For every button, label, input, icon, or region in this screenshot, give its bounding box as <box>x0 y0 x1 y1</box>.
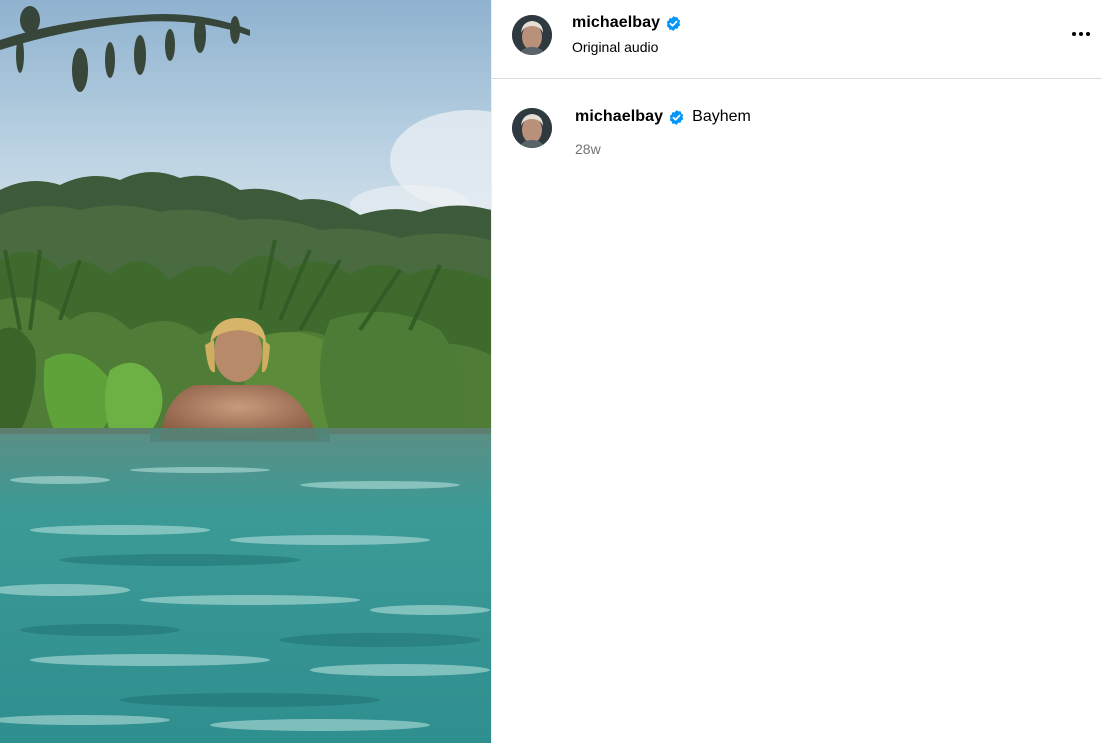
more-dot <box>1086 32 1090 36</box>
original-audio-link[interactable]: Original audio <box>572 39 658 55</box>
video-frame-image <box>0 0 491 743</box>
more-dot <box>1079 32 1083 36</box>
verified-badge-icon <box>668 109 685 126</box>
caption-text: Bayhem <box>692 108 751 125</box>
verified-badge-icon <box>665 15 682 32</box>
post-dialog: michaelbay Original audio michaelbay Bay… <box>0 0 1102 743</box>
post-timestamp[interactable]: 28w <box>575 141 601 157</box>
author-avatar[interactable] <box>512 15 552 55</box>
avatar-image <box>512 15 552 55</box>
post-header: michaelbay Original audio <box>492 0 1102 79</box>
avatar-image <box>512 108 552 148</box>
post-caption: michaelbay Bayhem 28w <box>492 79 1102 179</box>
caption-author-avatar[interactable] <box>512 108 552 148</box>
author-username[interactable]: michaelbay <box>572 14 660 32</box>
post-video[interactable] <box>0 0 491 743</box>
post-details-panel: michaelbay Original audio michaelbay Bay… <box>491 0 1102 743</box>
caption-username[interactable]: michaelbay <box>575 108 663 126</box>
more-options-icon[interactable] <box>1070 22 1092 46</box>
more-dot <box>1072 32 1076 36</box>
